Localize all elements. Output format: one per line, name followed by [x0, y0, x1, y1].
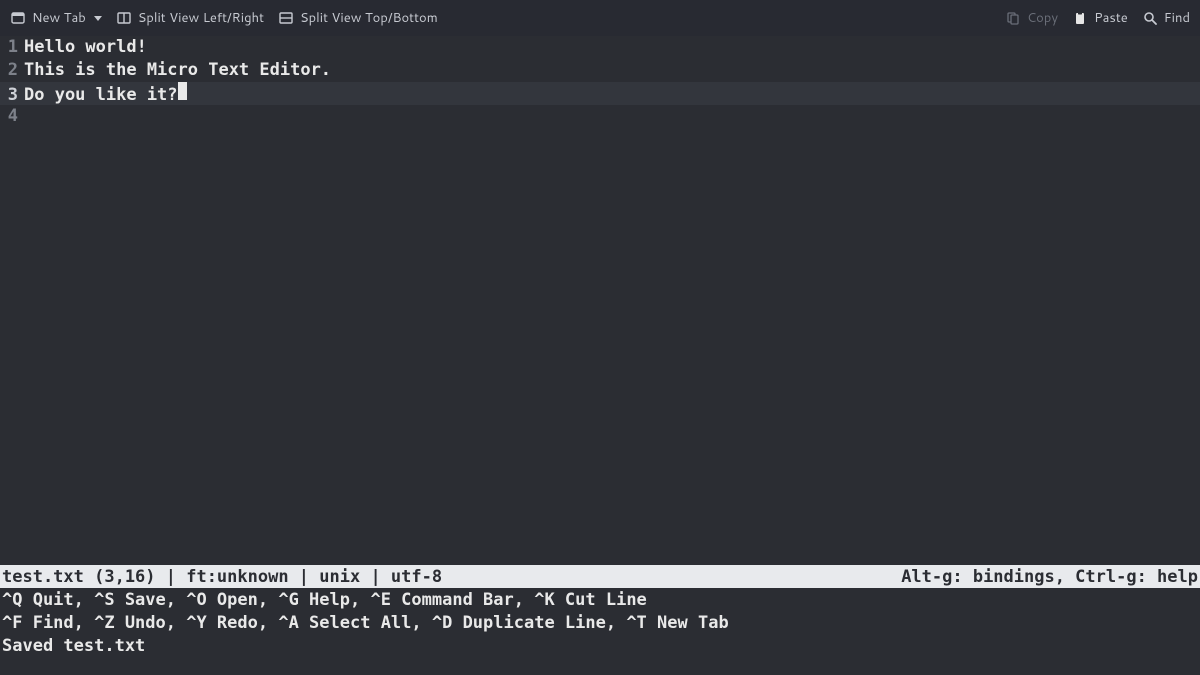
paste-icon	[1072, 10, 1088, 26]
copy-icon	[1005, 10, 1021, 26]
line-text: This is the Micro Text Editor.	[20, 59, 331, 82]
split-horizontal-icon	[278, 10, 294, 26]
help-text-1: ^Q Quit, ^S Save, ^O Open, ^G Help, ^E C…	[2, 590, 647, 610]
new-tab-button[interactable]: New Tab	[10, 9, 102, 27]
message-bar: Saved test.txt	[0, 634, 1200, 657]
paste-button[interactable]: Paste	[1072, 9, 1128, 27]
message-text: Saved test.txt	[2, 636, 145, 656]
bottom-padding	[0, 657, 1200, 675]
editor-line[interactable]: 2This is the Micro Text Editor.	[0, 59, 1200, 82]
split-lr-label: Split View Left/Right	[138, 9, 264, 27]
split-top-bottom-button[interactable]: Split View Top/Bottom	[278, 9, 438, 27]
copy-button[interactable]: Copy	[1005, 9, 1058, 27]
paste-label: Paste	[1094, 9, 1128, 27]
editor-line[interactable]: 4	[0, 105, 1200, 128]
terminal-toolbar: New Tab Split View Left/Right Split View…	[0, 0, 1200, 36]
split-tb-label: Split View Top/Bottom	[300, 9, 438, 27]
line-number: 3	[0, 84, 20, 107]
line-text: Do you like it?	[20, 84, 178, 107]
find-label: Find	[1164, 9, 1190, 27]
copy-label: Copy	[1027, 9, 1058, 27]
text-cursor	[178, 82, 187, 100]
new-tab-dropdown-caret-icon[interactable]	[94, 16, 102, 21]
help-bar-line-2: ^F Find, ^Z Undo, ^Y Redo, ^A Select All…	[0, 611, 1200, 634]
editor-area[interactable]: 1Hello world!2This is the Micro Text Edi…	[0, 36, 1200, 565]
split-vertical-icon	[116, 10, 132, 26]
find-button[interactable]: Find	[1142, 9, 1190, 27]
status-bar: test.txt (3,16) | ft:unknown | unix | ut…	[0, 565, 1200, 588]
split-left-right-button[interactable]: Split View Left/Right	[116, 9, 264, 27]
line-number: 4	[0, 105, 20, 128]
line-number: 1	[0, 36, 20, 59]
editor-line[interactable]: 3Do you like it?	[0, 82, 1200, 105]
line-text: Hello world!	[20, 36, 147, 59]
status-right: Alt-g: bindings, Ctrl-g: help	[901, 567, 1198, 587]
help-bar-line-1: ^Q Quit, ^S Save, ^O Open, ^G Help, ^E C…	[0, 588, 1200, 611]
line-number: 2	[0, 59, 20, 82]
new-tab-label: New Tab	[32, 9, 86, 27]
help-text-2: ^F Find, ^Z Undo, ^Y Redo, ^A Select All…	[2, 613, 729, 633]
search-icon	[1142, 10, 1158, 26]
new-tab-icon	[10, 10, 26, 26]
editor-line[interactable]: 1Hello world!	[0, 36, 1200, 59]
status-left: test.txt (3,16) | ft:unknown | unix | ut…	[2, 567, 442, 587]
